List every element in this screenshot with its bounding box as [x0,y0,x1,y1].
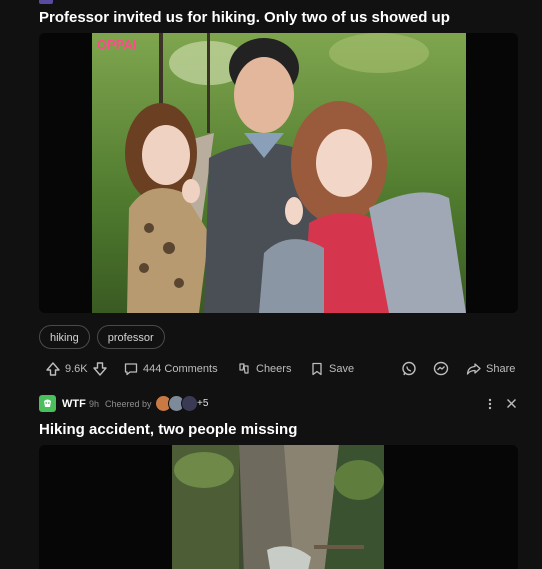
wtf-community-icon [44,399,51,407]
image-watermark: OPPAI [97,37,137,52]
whatsapp-icon [402,361,416,376]
share-button[interactable]: Share [466,358,515,380]
comments-label: 444 Comments [143,363,218,375]
post-title[interactable]: Hiking accident, two people missing [39,421,297,438]
comment-icon [124,363,138,376]
cheers-button[interactable]: Cheers [237,358,291,380]
share-label: Share [486,363,516,375]
hiking-photo: OPPAI [92,33,466,313]
gorge-photo [172,445,384,569]
cheer-more-count: +5 [197,398,209,409]
community-avatar[interactable] [39,395,56,412]
vote-control: 9.6K [46,358,107,380]
downvote-icon[interactable] [92,362,107,376]
previous-post-avatar-edge [39,0,53,4]
post-meta: WTF 9h Cheered by +5 [39,394,518,414]
messenger-icon [433,361,449,376]
tag-hiking[interactable]: hiking [39,325,90,349]
save-label: Save [329,363,355,375]
cheer-avatars[interactable] [155,395,198,412]
more-options-icon[interactable] [487,398,493,410]
bookmark-icon [312,362,322,376]
post-title[interactable]: Professor invited us for hiking. Only tw… [39,9,450,26]
save-button[interactable]: Save [310,358,354,380]
messenger-share-button[interactable] [433,358,449,380]
upvote-icon[interactable] [46,362,60,376]
post-image[interactable]: OPPAI [39,33,518,313]
post-age: 9h [89,399,100,409]
avatar [181,395,198,412]
cheers-label: Cheers [256,363,292,375]
post-image[interactable] [39,445,518,569]
cheers-icon [239,363,249,374]
vote-count: 9.6K [65,363,88,375]
post-action-bar: 9.6K 444 Comments Cheers Save Share [39,358,518,380]
tag-professor[interactable]: professor [96,325,165,349]
whatsapp-share-button[interactable] [401,358,417,380]
cheered-by-label: Cheered by [105,399,152,409]
close-icon[interactable] [506,398,517,409]
feed: Professor invited us for hiking. Only tw… [0,0,542,569]
comments-button[interactable]: 444 Comments [124,358,218,380]
community-name[interactable]: WTF [62,398,86,410]
tag-list: hiking professor [39,325,165,349]
share-arrow-icon [466,363,481,375]
